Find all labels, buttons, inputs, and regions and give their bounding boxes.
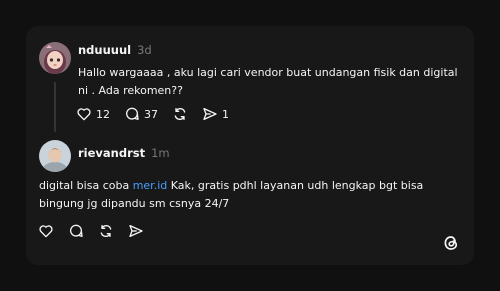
threads-logo-icon <box>442 234 460 252</box>
threads-post-card: nduuuul 3d Hallo wargaaaa , aku lagi cari… <box>26 26 474 265</box>
reply-username[interactable]: rievandrst <box>78 146 145 160</box>
reply-actions <box>38 223 158 239</box>
post-header: nduuuul 3d <box>78 43 152 57</box>
repost-icon <box>172 106 188 122</box>
reply-text: digital bisa coba mer.id Kak, gratis pdh… <box>39 177 459 213</box>
post-username[interactable]: nduuuul <box>78 43 131 57</box>
comment-button[interactable]: 37 <box>124 106 158 122</box>
post-text: Hallo wargaaaa , aku lagi cari vendor bu… <box>78 66 458 97</box>
share-button[interactable]: 1 <box>202 106 229 122</box>
share-icon <box>128 223 144 239</box>
avatar-rievandrst[interactable] <box>39 140 71 172</box>
repost-button[interactable] <box>172 106 188 122</box>
reply-timestamp: 1m <box>151 146 170 160</box>
reply-text-part1: digital bisa coba <box>39 179 133 192</box>
reply-share-button[interactable] <box>128 223 144 239</box>
reply-header: rievandrst 1m <box>78 146 170 160</box>
reply-repost-button[interactable] <box>98 223 114 239</box>
reply-link[interactable]: mer.id <box>133 179 168 192</box>
comment-count: 37 <box>144 107 158 121</box>
heart-icon <box>38 223 54 239</box>
thread-connector-line <box>54 82 56 132</box>
reply-comment-button[interactable] <box>68 223 84 239</box>
share-count: 1 <box>222 107 229 121</box>
heart-icon <box>76 106 92 122</box>
reply-like-button[interactable] <box>38 223 54 239</box>
like-count: 12 <box>96 107 110 121</box>
comment-icon <box>68 223 84 239</box>
comment-icon <box>124 106 140 122</box>
avatar-nduuuul[interactable] <box>39 42 71 74</box>
post-actions: 12 37 1 <box>76 106 243 122</box>
share-icon <box>202 106 218 122</box>
repost-icon <box>98 223 114 239</box>
like-button[interactable]: 12 <box>76 106 110 122</box>
post-timestamp: 3d <box>137 43 152 57</box>
